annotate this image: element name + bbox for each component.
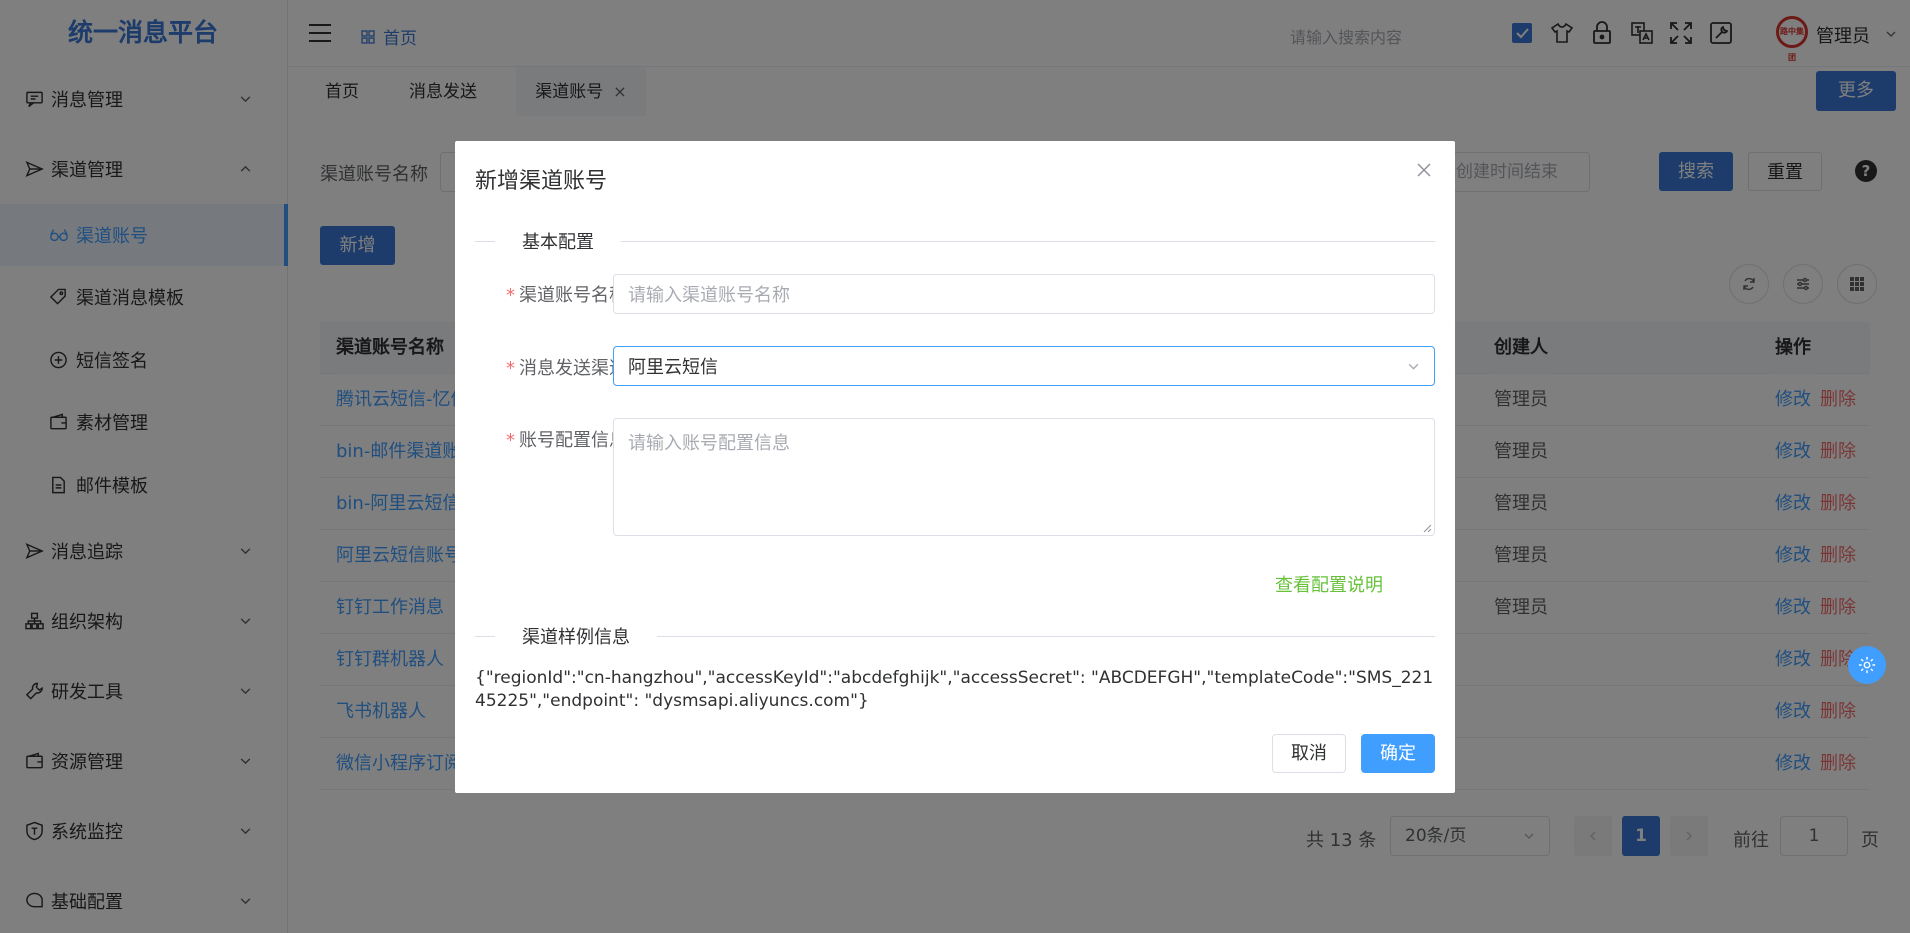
send-channel-label: * 消息发送渠道 xyxy=(475,354,627,380)
config-info-textarea[interactable]: 请输入账号配置信息 xyxy=(613,418,1435,536)
label-text: 渠道账号名称 xyxy=(519,285,627,306)
label-text: 账号配置信息 xyxy=(519,430,627,451)
channel-name-label: * 渠道账号名称 xyxy=(475,281,627,307)
confirm-button[interactable]: 确定 xyxy=(1361,734,1435,773)
required-mark: * xyxy=(506,430,515,451)
send-channel-value: 阿里云短信 xyxy=(628,357,718,378)
add-channel-account-dialog: 新增渠道账号 基本配置 * 渠道账号名称 请输入渠道账号名称 * 消息发送渠道 阿里… xyxy=(455,141,1455,793)
view-config-doc-link[interactable]: 查看配置说明 xyxy=(1275,571,1383,597)
close-icon[interactable] xyxy=(1415,161,1433,179)
send-channel-select[interactable]: 阿里云短信 xyxy=(613,346,1435,386)
channel-name-input[interactable]: 请输入渠道账号名称 xyxy=(613,274,1435,314)
resize-handle-icon[interactable] xyxy=(1423,524,1432,533)
required-mark: * xyxy=(506,285,515,306)
section-sample-info: 渠道样例信息 xyxy=(495,623,657,649)
label-text: 消息发送渠道 xyxy=(519,358,627,379)
cancel-button[interactable]: 取消 xyxy=(1272,734,1346,773)
config-info-label: * 账号配置信息 xyxy=(475,426,627,452)
dialog-title: 新增渠道账号 xyxy=(475,169,608,194)
chevron-down-icon xyxy=(1407,360,1420,373)
required-mark: * xyxy=(506,358,515,379)
settings-gear-icon[interactable] xyxy=(1848,646,1886,684)
section-basic-config: 基本配置 xyxy=(495,228,621,254)
sample-config-text: {"regionId":"cn-hangzhou","accessKeyId":… xyxy=(475,668,1434,711)
